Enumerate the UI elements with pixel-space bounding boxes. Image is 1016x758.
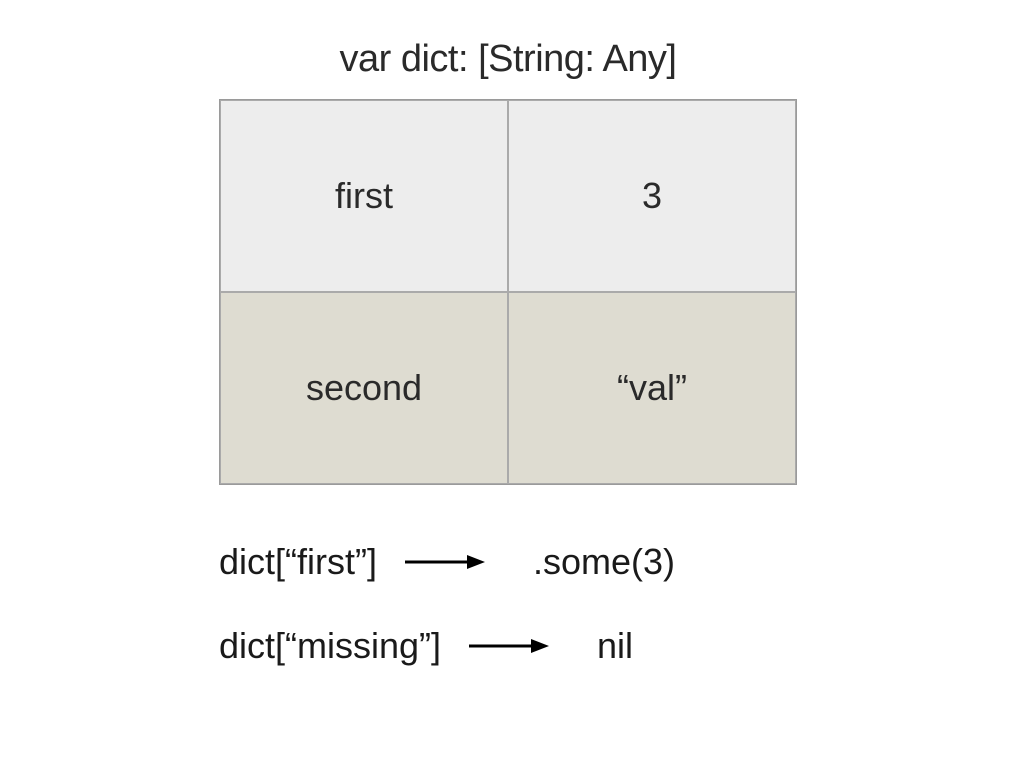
lookup-result: nil xyxy=(597,625,633,667)
arrow-right-icon xyxy=(469,636,549,656)
table-row: first 3 xyxy=(220,100,796,292)
lookup-expression: dict[“first”] xyxy=(219,541,377,583)
dict-table: first 3 second “val” xyxy=(219,99,797,485)
lookup-expression: dict[“missing”] xyxy=(219,625,441,667)
lookup-row: dict[“first”] .some(3) xyxy=(219,541,797,583)
table-cell-key: first xyxy=(220,100,508,292)
table-cell-key: second xyxy=(220,292,508,484)
lookup-row: dict[“missing”] nil xyxy=(219,625,797,667)
page-title: var dict: [String: Any] xyxy=(340,38,677,81)
table-cell-value: 3 xyxy=(508,100,796,292)
lookup-result: .some(3) xyxy=(533,541,675,583)
arrow-right-icon xyxy=(405,552,485,572)
table-cell-value: “val” xyxy=(508,292,796,484)
lookup-list: dict[“first”] .some(3) dict[“missing”] n… xyxy=(219,541,797,667)
table-row: second “val” xyxy=(220,292,796,484)
